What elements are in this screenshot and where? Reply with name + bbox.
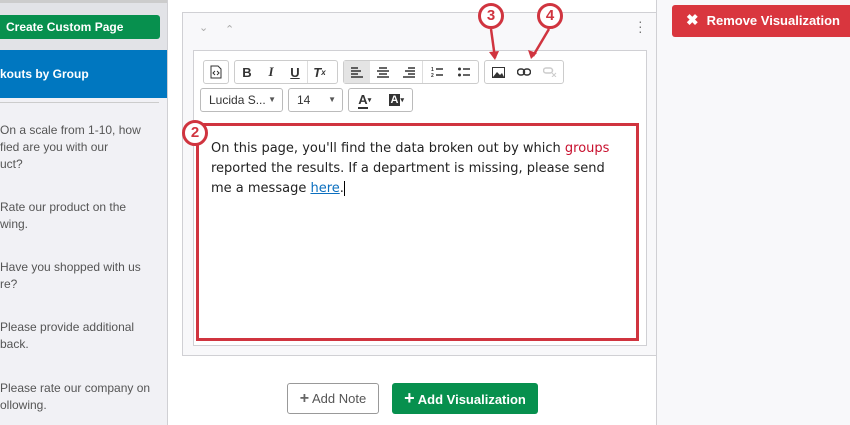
remove-label: Remove Visualization [706, 13, 840, 28]
annotation-arrows [489, 28, 551, 60]
add-note-button[interactable]: + Add Note [287, 383, 379, 414]
plus-icon: + [404, 388, 415, 408]
add-note-label: Add Note [312, 391, 367, 406]
plus-icon: + [299, 390, 310, 407]
add-visualization-button[interactable]: + Add Visualization [392, 383, 538, 414]
remove-visualization-button[interactable]: ✖ Remove Visualization [672, 5, 850, 37]
add-viz-label: Add Visualization [417, 392, 526, 407]
close-icon: ✖ [686, 12, 699, 29]
